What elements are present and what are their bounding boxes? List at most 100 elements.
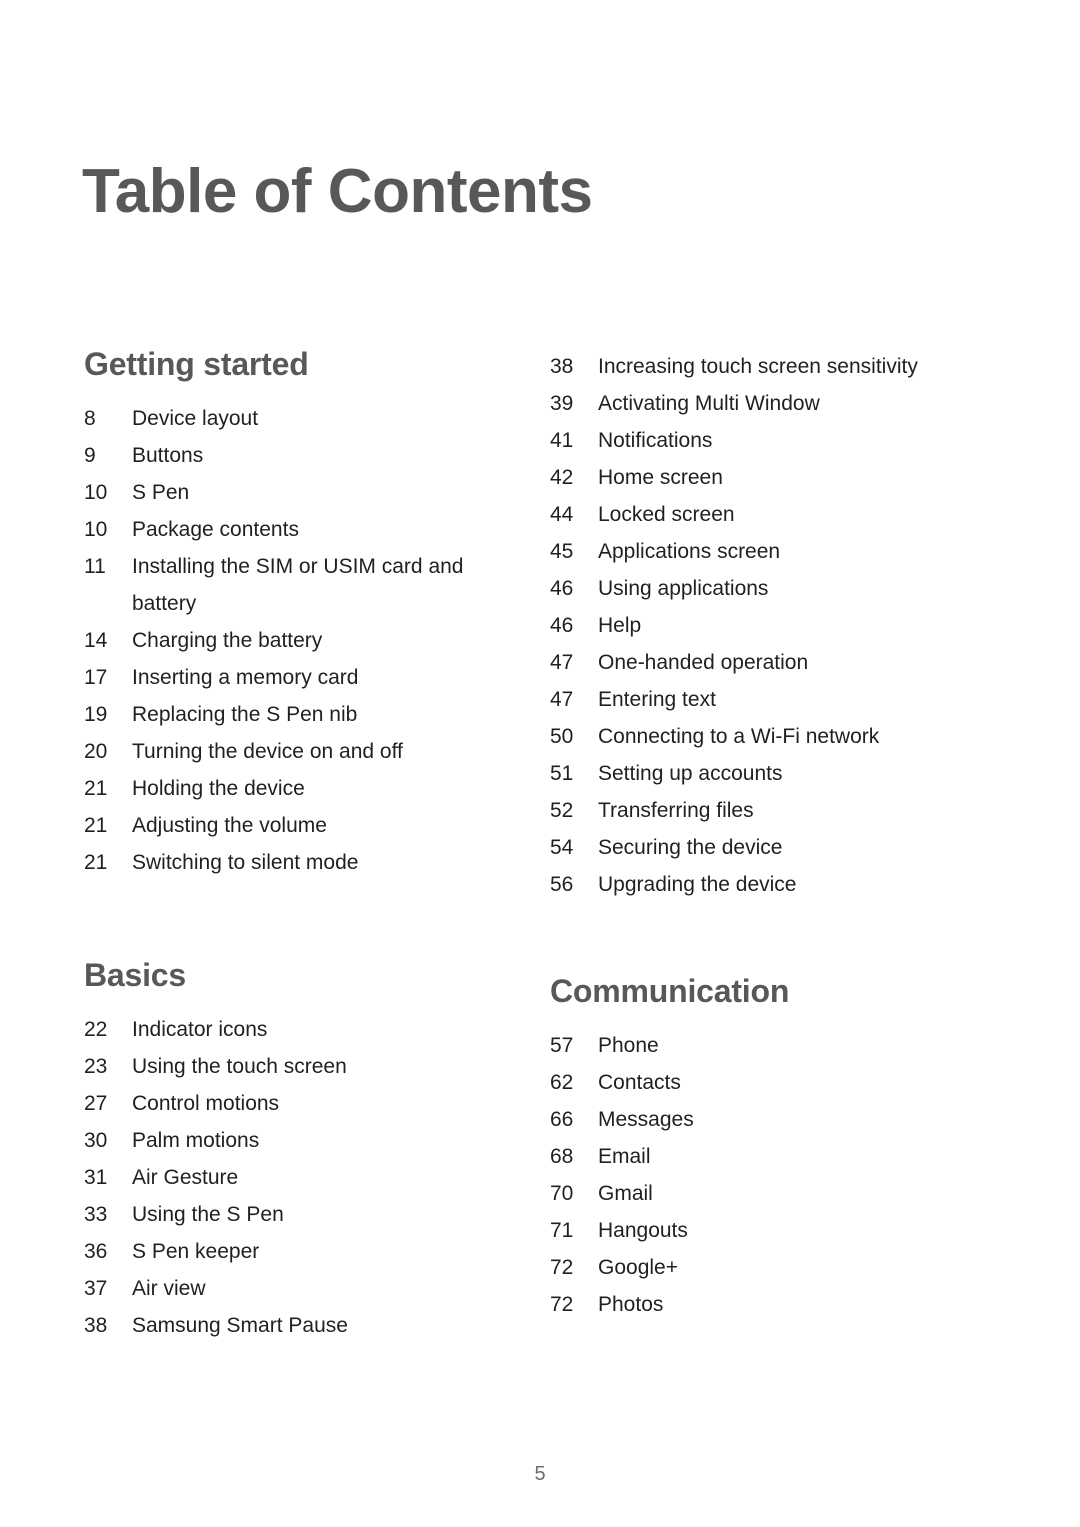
toc-entry[interactable]: 51 Setting up accounts: [550, 755, 984, 792]
toc-entry-label: Adjusting the volume: [132, 814, 327, 837]
toc-entry[interactable]: 14 Charging the battery: [84, 622, 484, 659]
page-number: 5: [534, 1463, 546, 1485]
toc-entry-page: 14: [84, 629, 108, 652]
toc-entry-label: S Pen keeper: [132, 1240, 260, 1263]
toc-entry-page: 68: [550, 1145, 574, 1168]
toc-entry[interactable]: 70 Gmail: [550, 1175, 984, 1212]
toc-entry-page: 21: [84, 814, 108, 837]
toc-entry-page: 21: [84, 777, 108, 800]
page-title: Table of Contents: [82, 156, 593, 226]
toc-entry[interactable]: 47 One-handed operation: [550, 644, 984, 681]
toc-entry-page: 36: [84, 1240, 108, 1263]
toc-entry-page: 54: [550, 836, 574, 859]
toc-entry-page: 23: [84, 1055, 108, 1078]
toc-entry[interactable]: 37 Air view: [84, 1270, 484, 1307]
toc-entry-label: Air Gesture: [132, 1166, 239, 1189]
toc-entry-label: Transferring files: [598, 799, 754, 822]
toc-entry-label: Entering text: [598, 688, 716, 711]
toc-column-right: 38 Increasing touch screen sensitivity 3…: [484, 348, 984, 1344]
toc-entry-label: Notifications: [598, 429, 713, 452]
toc-entry[interactable]: 42 Home screen: [550, 459, 984, 496]
toc-entry-page: 20: [84, 740, 108, 763]
toc-entry-page: 27: [84, 1092, 108, 1115]
toc-entry-page: 62: [550, 1071, 574, 1094]
toc-entry[interactable]: 54 Securing the device: [550, 829, 984, 866]
toc-entry[interactable]: 46 Help: [550, 607, 984, 644]
toc-entry-label: Contacts: [598, 1071, 681, 1094]
toc-entry[interactable]: 72 Photos: [550, 1286, 984, 1323]
toc-entry[interactable]: 46 Using applications: [550, 570, 984, 607]
toc-entry[interactable]: 44 Locked screen: [550, 496, 984, 533]
toc-entry[interactable]: 21 Holding the device: [84, 770, 484, 807]
toc-entry-page: 46: [550, 614, 574, 637]
toc-entry[interactable]: 10 Package contents: [84, 511, 484, 548]
toc-entry-page: 10: [84, 518, 108, 541]
toc-entry[interactable]: 30 Palm motions: [84, 1122, 484, 1159]
toc-entry[interactable]: 56 Upgrading the device: [550, 866, 984, 903]
toc-entry[interactable]: 11 Installing the SIM or USIM card and b…: [84, 548, 484, 622]
toc-entry-label: Holding the device: [132, 777, 305, 800]
toc-entry[interactable]: 45 Applications screen: [550, 533, 984, 570]
toc-entry[interactable]: 17 Inserting a memory card: [84, 659, 484, 696]
toc-entry-page: 41: [550, 429, 574, 452]
toc-entry-page: 33: [84, 1203, 108, 1226]
toc-entry-page: 42: [550, 466, 574, 489]
toc-entry-label: Device layout: [132, 407, 259, 430]
toc-entry[interactable]: 10 S Pen: [84, 474, 484, 511]
toc-entry[interactable]: 38 Samsung Smart Pause: [84, 1307, 484, 1344]
toc-entry-label: Email: [598, 1145, 651, 1168]
toc-entry[interactable]: 71 Hangouts: [550, 1212, 984, 1249]
toc-entry[interactable]: 41 Notifications: [550, 422, 984, 459]
toc-entry-page: 10: [84, 481, 108, 504]
toc-entry[interactable]: 19 Replacing the S Pen nib: [84, 696, 484, 733]
toc-entry[interactable]: 39 Activating Multi Window: [550, 385, 984, 422]
toc-entry-page: 38: [550, 355, 574, 378]
toc-entry[interactable]: 27 Control motions: [84, 1085, 484, 1122]
toc-entry-label: Gmail: [598, 1182, 653, 1205]
toc-entry-label: Palm motions: [132, 1129, 260, 1152]
toc-entry[interactable]: 21 Adjusting the volume: [84, 807, 484, 844]
toc-entry-page: 70: [550, 1182, 574, 1205]
toc-entry-label: Samsung Smart Pause: [132, 1314, 348, 1337]
toc-entry-list-getting-started: 8 Device layout 9 Buttons 10 S Pen 10 Pa…: [84, 400, 484, 881]
toc-columns: Getting started 8 Device layout 9 Button…: [0, 348, 1080, 1344]
toc-entry-label: Upgrading the device: [598, 873, 797, 896]
toc-entry[interactable]: 62 Contacts: [550, 1064, 984, 1101]
toc-section-communication: Communication 57 Phone 62 Contacts 66 Me…: [550, 975, 984, 1323]
toc-entry-label: Locked screen: [598, 503, 735, 526]
toc-entry-list-communication: 57 Phone 62 Contacts 66 Messages 68 Emai…: [550, 1027, 984, 1323]
toc-entry[interactable]: 52 Transferring files: [550, 792, 984, 829]
toc-entry-page: 45: [550, 540, 574, 563]
toc-entry[interactable]: 36 S Pen keeper: [84, 1233, 484, 1270]
toc-entry-label: Setting up accounts: [598, 762, 783, 785]
toc-entry-label: Using the touch screen: [132, 1055, 347, 1078]
toc-entry[interactable]: 20 Turning the device on and off: [84, 733, 484, 770]
toc-entry-label: Increasing touch screen sensitivity: [598, 355, 918, 378]
toc-entry[interactable]: 57 Phone: [550, 1027, 984, 1064]
toc-entry-page: 46: [550, 577, 574, 600]
toc-entry-page: 66: [550, 1108, 574, 1131]
toc-entry[interactable]: 31 Air Gesture: [84, 1159, 484, 1196]
toc-entry[interactable]: 38 Increasing touch screen sensitivity: [550, 348, 984, 385]
toc-entry[interactable]: 23 Using the touch screen: [84, 1048, 484, 1085]
toc-entry-label: Using applications: [598, 577, 769, 600]
toc-entry-list-getting-started-continued: 38 Increasing touch screen sensitivity 3…: [550, 348, 984, 903]
toc-entry-page: 30: [84, 1129, 108, 1152]
toc-entry[interactable]: 8 Device layout: [84, 400, 484, 437]
toc-entry-page: 17: [84, 666, 108, 689]
toc-entry[interactable]: 66 Messages: [550, 1101, 984, 1138]
toc-entry-label: Using the S Pen: [132, 1203, 284, 1226]
toc-column-left: Getting started 8 Device layout 9 Button…: [0, 348, 484, 1344]
toc-entry[interactable]: 21 Switching to silent mode: [84, 844, 484, 881]
toc-entry[interactable]: 72 Google+: [550, 1249, 984, 1286]
toc-entry[interactable]: 9 Buttons: [84, 437, 484, 474]
toc-entry-page: 21: [84, 851, 108, 874]
toc-entry[interactable]: 50 Connecting to a Wi-Fi network: [550, 718, 984, 755]
toc-entry[interactable]: 68 Email: [550, 1138, 984, 1175]
toc-entry-page: 71: [550, 1219, 574, 1242]
toc-entry[interactable]: 47 Entering text: [550, 681, 984, 718]
toc-entry[interactable]: 33 Using the S Pen: [84, 1196, 484, 1233]
toc-entry-page: 51: [550, 762, 574, 785]
toc-entry[interactable]: 22 Indicator icons: [84, 1011, 484, 1048]
